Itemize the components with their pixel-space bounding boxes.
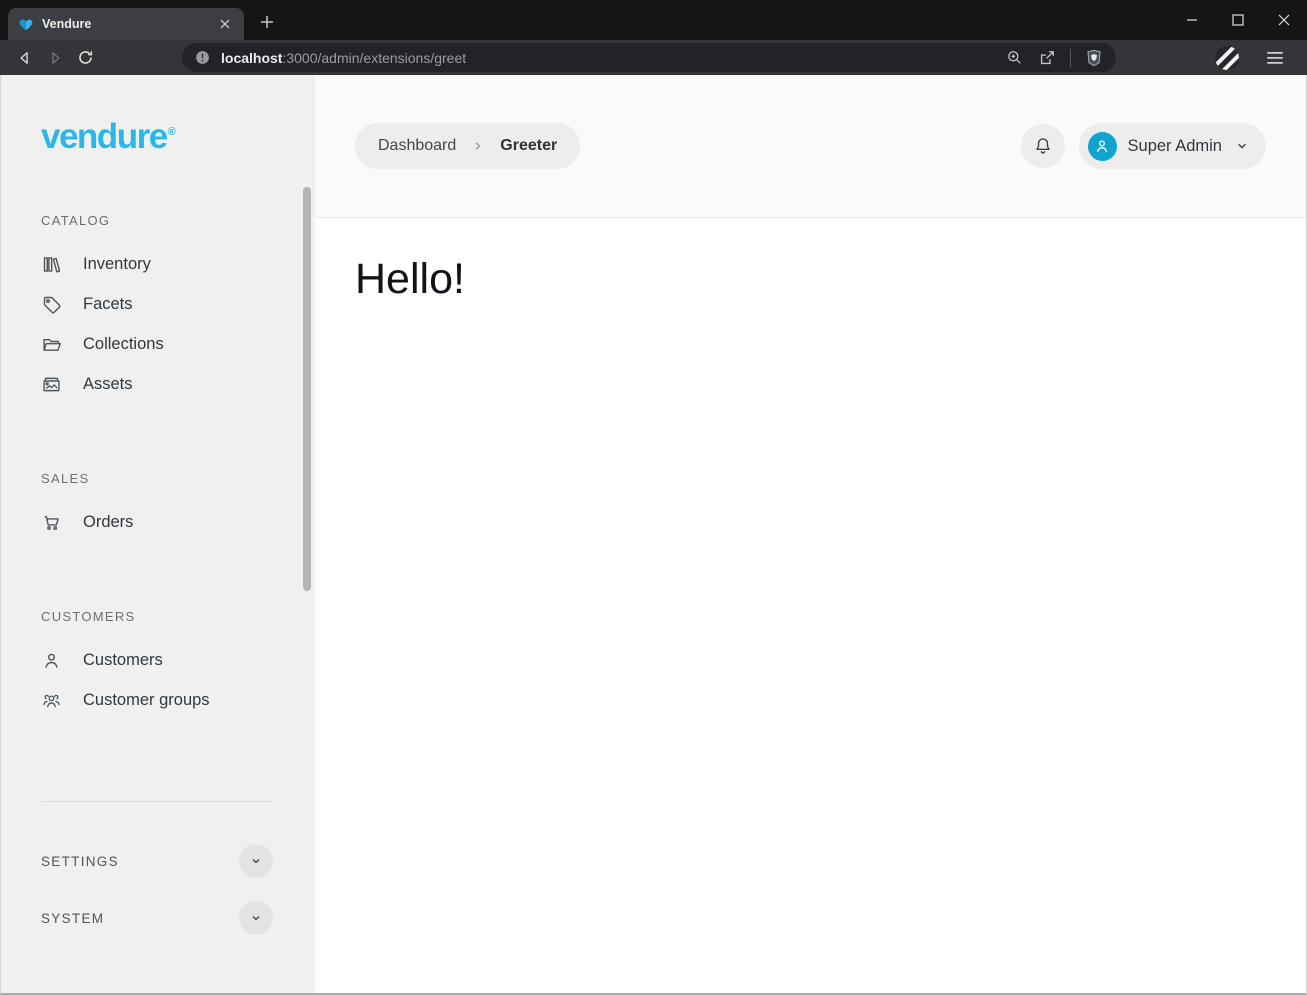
sidebar-item-label: Orders — [83, 513, 133, 532]
tab-title: Vendure — [42, 17, 208, 31]
notifications-button[interactable] — [1021, 124, 1065, 168]
url-path: :3000/admin/extensions/greet — [282, 50, 466, 66]
sidebar: vendure® CATALOG Inventory Facets — [1, 75, 315, 993]
system-label: SYSTEM — [41, 911, 104, 926]
sidebar-section-system: SYSTEM — [41, 898, 273, 938]
library-icon — [41, 254, 62, 275]
url-host: localhost — [221, 50, 282, 66]
settings-label: SETTINGS — [41, 854, 119, 869]
window-controls — [1169, 0, 1307, 40]
app-content: vendure® CATALOG Inventory Facets — [0, 75, 1307, 995]
url-text: localhost:3000/admin/extensions/greet — [221, 50, 466, 66]
reload-icon[interactable] — [70, 44, 100, 72]
sidebar-item-label: Customer groups — [83, 691, 210, 710]
system-expand-button[interactable] — [239, 901, 273, 935]
breadcrumb-dashboard[interactable]: Dashboard — [378, 137, 456, 155]
browser-toolbar: localhost:3000/admin/extensions/greet — [0, 40, 1307, 75]
new-tab-icon[interactable] — [254, 9, 280, 35]
sidebar-section-settings: SETTINGS — [41, 841, 273, 881]
breadcrumb: Dashboard Greeter — [355, 123, 580, 169]
sidebar-item-assets[interactable]: Assets — [41, 364, 273, 404]
sidebar-item-inventory[interactable]: Inventory — [41, 244, 273, 284]
sidebar-item-label: Facets — [83, 295, 133, 314]
page-body: Hello! — [315, 218, 1306, 341]
window-maximize-icon[interactable] — [1215, 0, 1261, 40]
main-area: Dashboard Greeter — [315, 75, 1306, 993]
chevron-down-icon — [248, 853, 264, 869]
page-header: Dashboard Greeter — [315, 75, 1306, 218]
cart-icon — [41, 512, 62, 533]
users-icon — [41, 690, 62, 711]
section-label-catalog: CATALOG — [41, 213, 273, 228]
browser-window: Vendure — [0, 0, 1307, 995]
user-name: Super Admin — [1128, 137, 1222, 156]
breadcrumb-greeter[interactable]: Greeter — [500, 137, 557, 155]
user-icon — [41, 650, 62, 671]
tab-close-icon[interactable] — [216, 15, 234, 33]
sidebar-nav: CATALOG Inventory Facets — [1, 213, 315, 938]
logo-text: vendure — [41, 117, 167, 156]
sidebar-item-facets[interactable]: Facets — [41, 284, 273, 324]
sidebar-item-label: Inventory — [83, 255, 151, 274]
zoom-icon[interactable] — [1005, 48, 1024, 67]
vendure-favicon-icon — [18, 16, 34, 32]
folder-icon — [41, 334, 62, 355]
logo-trademark: ® — [168, 126, 176, 138]
section-label-customers: CUSTOMERS — [41, 609, 273, 624]
image-stack-icon — [41, 374, 62, 395]
chevron-right-icon — [470, 138, 486, 154]
sidebar-item-customer-groups[interactable]: Customer groups — [41, 680, 273, 720]
browser-titlebar: Vendure — [0, 0, 1307, 40]
site-info-icon[interactable] — [194, 49, 211, 66]
back-icon[interactable] — [10, 44, 40, 72]
bell-icon — [1032, 135, 1054, 157]
user-menu[interactable]: Super Admin — [1079, 123, 1266, 169]
share-icon[interactable] — [1037, 48, 1057, 68]
brave-shield-icon[interactable] — [1084, 48, 1104, 68]
chevron-down-icon — [248, 910, 264, 926]
vendure-logo: vendure® — [1, 75, 315, 157]
chevron-down-icon — [1233, 137, 1251, 155]
sidebar-item-label: Assets — [83, 375, 133, 394]
header-actions: Super Admin — [1021, 123, 1266, 169]
url-bar[interactable]: localhost:3000/admin/extensions/greet — [182, 43, 1116, 72]
sidebar-scrollbar[interactable] — [303, 187, 311, 591]
avatar — [1088, 132, 1117, 161]
sidebar-item-collections[interactable]: Collections — [41, 324, 273, 364]
browser-tab[interactable]: Vendure — [8, 8, 244, 40]
tag-icon — [41, 294, 62, 315]
settings-expand-button[interactable] — [239, 844, 273, 878]
window-close-icon[interactable] — [1261, 0, 1307, 40]
section-label-sales: SALES — [41, 471, 273, 486]
sidebar-item-customers[interactable]: Customers — [41, 640, 273, 680]
page-title: Hello! — [355, 255, 1266, 304]
sidebar-item-label: Customers — [83, 651, 163, 670]
sidebar-item-label: Collections — [83, 335, 164, 354]
url-separator — [1070, 49, 1071, 67]
url-actions — [1005, 48, 1104, 68]
sidebar-divider — [41, 801, 273, 802]
forward-icon[interactable] — [40, 44, 70, 72]
menu-icon[interactable] — [1261, 44, 1289, 72]
user-avatar-icon — [1093, 137, 1111, 155]
window-minimize-icon[interactable] — [1169, 0, 1215, 40]
profile-avatar-icon[interactable] — [1213, 44, 1241, 72]
sidebar-item-orders[interactable]: Orders — [41, 502, 273, 542]
